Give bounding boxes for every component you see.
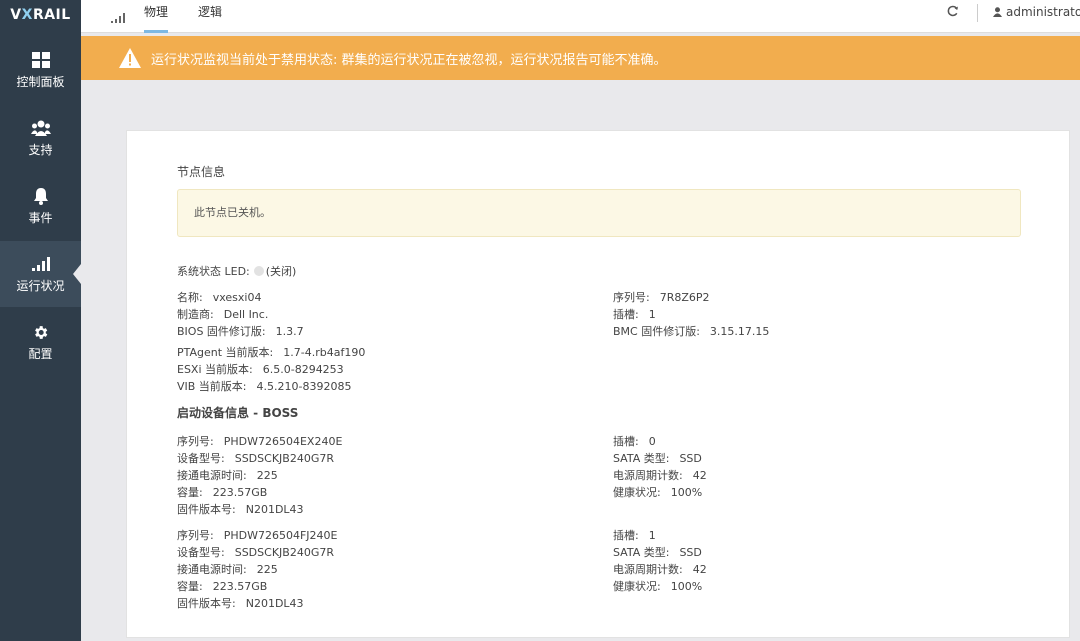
- sidebar-item-label: 支持: [28, 143, 53, 157]
- boot1-capacity: 容量: 223.57GB: [177, 486, 268, 499]
- boot2-health: 健康状况: 100%: [613, 580, 703, 593]
- led-indicator: [253, 266, 264, 276]
- boot1-power-on-hours: 接通电源时间: 225: [177, 469, 278, 482]
- sidebar-item-label: 事件: [28, 211, 53, 225]
- top-bar: 物理 逻辑 administrator: [81, 0, 1080, 33]
- node-manufacturer: 制造商: Dell Inc.: [177, 308, 269, 321]
- warning-icon: [119, 48, 141, 68]
- boot1-health: 健康状况: 100%: [613, 486, 703, 499]
- node-bios: BIOS 固件修订版: 1.3.7: [177, 325, 304, 338]
- user-icon: [993, 7, 1002, 17]
- boot1-model: 设备型号: SSDSCKJB240G7R: [177, 452, 334, 465]
- boot2-model: 设备型号: SSDSCKJB240G7R: [177, 546, 334, 559]
- boot2-slot: 插槽: 1: [613, 529, 656, 542]
- tab-physical[interactable]: 物理: [144, 0, 169, 33]
- node-slot: 插槽: 1: [613, 308, 656, 321]
- boot2-serial: 序列号: PHDW726504FJ240E: [177, 529, 338, 542]
- node-bmc: BMC 固件修订版: 3.15.17.15: [613, 325, 770, 338]
- boot2-sata-type: SATA 类型: SSD: [613, 546, 702, 559]
- sidebar-item-health[interactable]: 运行状况: [0, 241, 81, 307]
- dashboard-icon: [31, 50, 50, 70]
- boot2-power-on-hours: 接通电源时间: 225: [177, 563, 278, 576]
- sidebar-item-events[interactable]: 事件: [0, 173, 81, 239]
- boot1-sata-type: SATA 类型: SSD: [613, 452, 702, 465]
- boot2-power-cycles: 电源周期计数: 42: [613, 563, 707, 576]
- esxi-version: ESXi 当前版本: 6.5.0-8294253: [177, 363, 344, 376]
- ptagent-version: PTAgent 当前版本: 1.7-4.rb4af190: [177, 346, 366, 359]
- sidebar-item-config[interactable]: 配置: [0, 309, 81, 375]
- boot-device-title: 启动设备信息 - BOSS: [177, 406, 299, 420]
- node-serial: 序列号: 7R8Z6P2: [613, 291, 710, 304]
- sidebar-item-label: 运行状况: [16, 279, 65, 293]
- node-info-card: 节点信息 此节点已关机。 系统状态 LED: (关闭) 名称: vxesxi04 制…: [126, 130, 1070, 638]
- sidebar-item-label: 配置: [28, 347, 53, 361]
- user-name: administrator: [1006, 5, 1080, 19]
- signal-icon: [111, 8, 125, 27]
- vib-version: VIB 当前版本: 4.5.210-8392085: [177, 380, 352, 393]
- sidebar: V X RAIL 控制面板 支持 事件 运行状况 配置: [0, 0, 81, 641]
- banner-text: 运行状况监视当前处于禁用状态: 群集的运行状况正在被忽视，运行状况报告可能不准确…: [151, 52, 667, 68]
- tab-logical[interactable]: 逻辑: [198, 0, 222, 33]
- boot1-slot: 插槽: 0: [613, 435, 656, 448]
- users-icon: [30, 118, 51, 138]
- node-powered-off-notice: 此节点已关机。: [177, 189, 1021, 237]
- gear-icon: [32, 322, 49, 342]
- signal-icon: [31, 254, 50, 274]
- node-info-title: 节点信息: [177, 165, 226, 179]
- vxrail-logo[interactable]: V X RAIL: [0, 0, 81, 30]
- health-warning-banner: 运行状况监视当前处于禁用状态: 群集的运行状况正在被忽视，运行状况报告可能不准确…: [81, 36, 1080, 80]
- bell-icon: [33, 186, 49, 206]
- boot1-power-cycles: 电源周期计数: 42: [613, 469, 707, 482]
- topbar-divider: [977, 4, 978, 22]
- refresh-icon[interactable]: [947, 5, 959, 21]
- boot2-firmware: 固件版本号: N201DL43: [177, 597, 304, 610]
- sidebar-item-support[interactable]: 支持: [0, 105, 81, 171]
- boot1-serial: 序列号: PHDW726504EX240E: [177, 435, 343, 448]
- user-menu[interactable]: administrator: [993, 5, 1080, 19]
- node-name: 名称: vxesxi04: [177, 291, 262, 304]
- boot2-capacity: 容量: 223.57GB: [177, 580, 268, 593]
- boot1-firmware: 固件版本号: N201DL43: [177, 503, 304, 516]
- led-status: 系统状态 LED: (关闭): [177, 265, 297, 278]
- sidebar-item-label: 控制面板: [16, 75, 65, 89]
- sidebar-item-dashboard[interactable]: 控制面板: [0, 37, 81, 103]
